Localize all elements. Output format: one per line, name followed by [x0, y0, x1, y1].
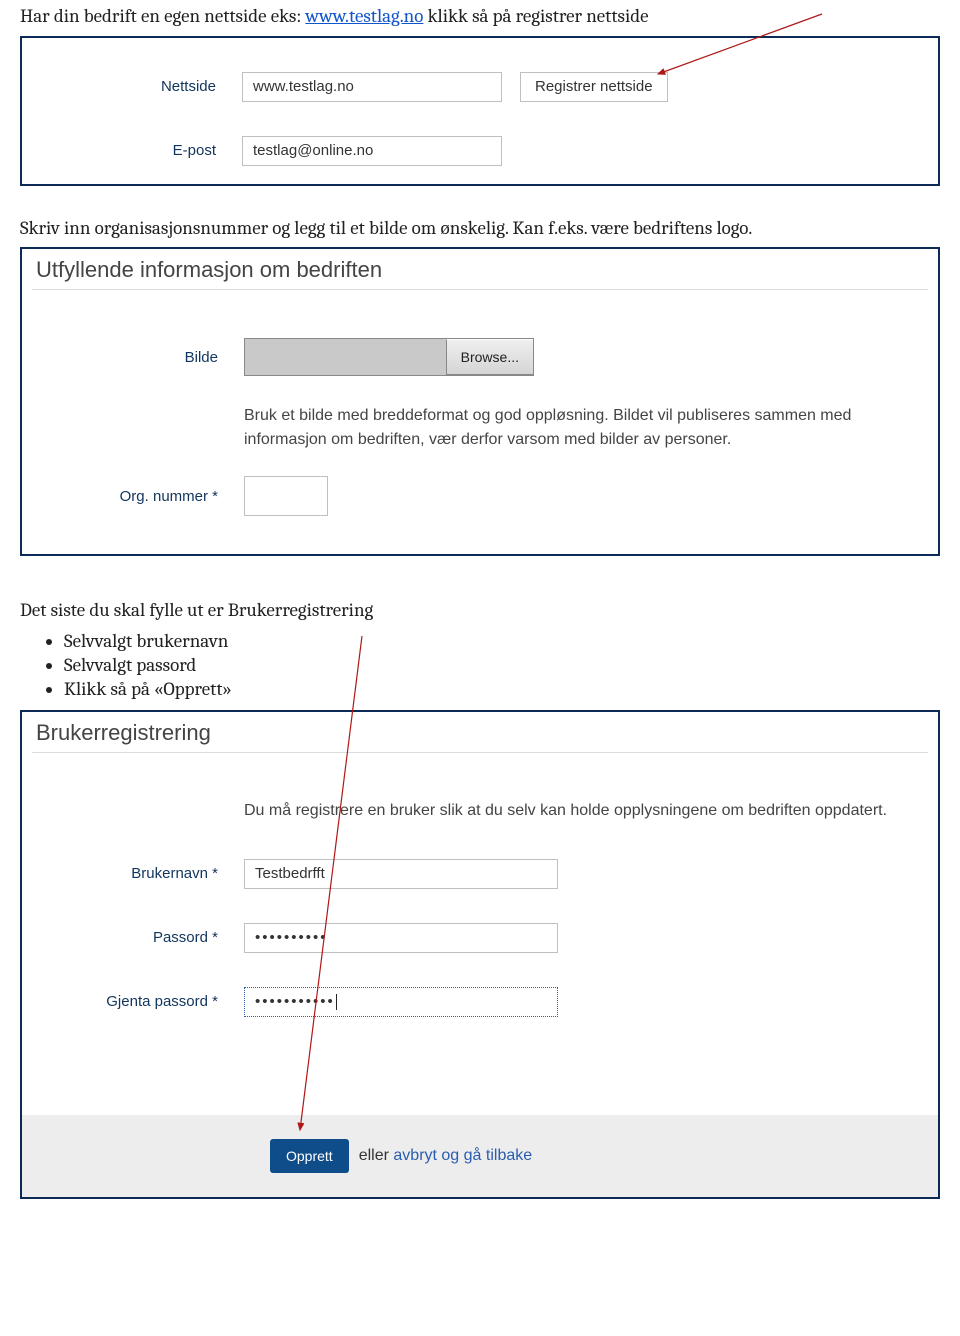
bruker-help-text: Du må registrere en bruker slik at du se… — [244, 799, 887, 823]
file-upload[interactable]: Browse... — [244, 338, 534, 376]
register-nettside-button[interactable]: Registrer nettside — [520, 72, 668, 102]
passord-input[interactable]: •••••••••• — [244, 923, 558, 953]
panel-brukerregistrering: Brukerregistrering Du må registrere en b… — [20, 710, 940, 1199]
passord-label: Passord * — [44, 929, 244, 946]
gjenta-passord-input[interactable]: ••••••••••• — [244, 987, 558, 1017]
bullet-3: Klikk så på «Opprett» — [64, 678, 940, 700]
section-title-utfyllende: Utfyllende informasjon om bedriften — [22, 249, 938, 285]
section-title-bruker: Brukerregistrering — [22, 712, 938, 748]
opprett-button[interactable]: Opprett — [270, 1139, 349, 1173]
orgnr-label: Org. nummer * — [44, 488, 244, 505]
action-bar: Opprett eller avbryt og gå tilbake — [22, 1115, 938, 1197]
panel-utfyllende: Utfyllende informasjon om bedriften Bild… — [20, 247, 940, 556]
intro1-pre: Har din bedrift en egen nettside eks: — [20, 5, 305, 27]
gjenta-passord-label: Gjenta passord * — [44, 993, 244, 1010]
bullet-1: Selvvalgt brukernavn — [64, 630, 940, 652]
text-caret-icon — [336, 994, 337, 1010]
bilde-help-text: Bruk et bilde med breddeformat og god op… — [244, 404, 898, 452]
instruction-3: Det siste du skal fylle ut er Brukerregi… — [20, 598, 940, 624]
instruction-1: Har din bedrift en egen nettside eks: ww… — [20, 4, 940, 30]
epost-label: E-post — [72, 142, 242, 159]
cancel-text: eller avbryt og gå tilbake — [359, 1147, 532, 1165]
nettside-label: Nettside — [72, 78, 242, 95]
brukernavn-label: Brukernavn * — [44, 865, 244, 882]
intro1-post: klikk så på registrer nettside — [423, 5, 648, 27]
brukernavn-input[interactable] — [244, 859, 558, 889]
orgnr-input[interactable] — [244, 476, 328, 516]
instruction-2: Skriv inn organisasjonsnummer og legg ti… — [20, 216, 940, 242]
cancel-link[interactable]: avbryt og gå tilbake — [393, 1147, 532, 1164]
browse-button[interactable]: Browse... — [446, 339, 533, 375]
instruction-3-bullets: Selvvalgt brukernavn Selvvalgt passord K… — [64, 630, 940, 700]
nettside-input[interactable] — [242, 72, 502, 102]
bullet-2: Selvvalgt passord — [64, 654, 940, 676]
intro1-link[interactable]: www.testlag.no — [305, 5, 423, 27]
panel-nettside: Nettside Registrer nettside E-post — [20, 36, 940, 186]
epost-input[interactable] — [242, 136, 502, 166]
bilde-label: Bilde — [44, 349, 244, 366]
